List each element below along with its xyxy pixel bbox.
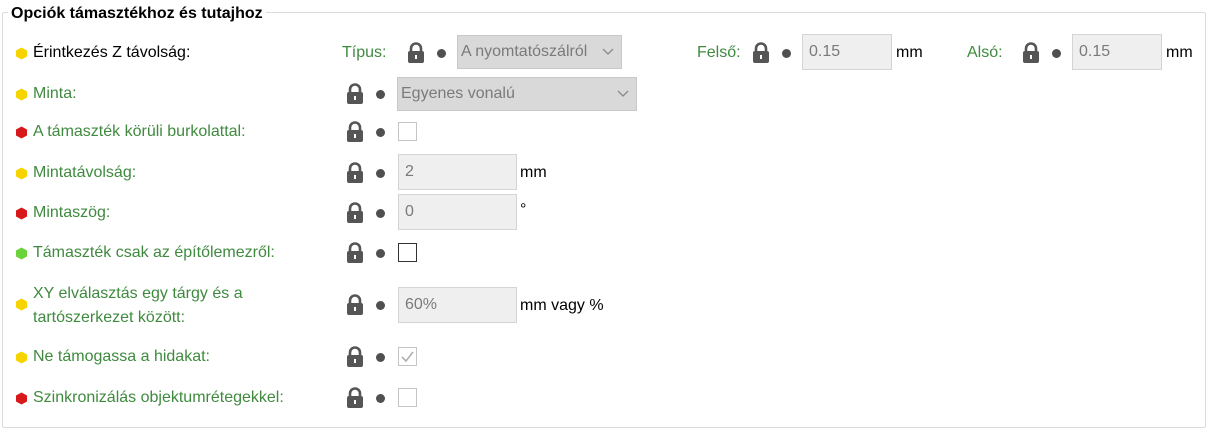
- bullet-icon: [376, 301, 385, 310]
- status-dot-yellow-icon: [15, 298, 28, 311]
- lock-icon[interactable]: [345, 202, 365, 224]
- with-sheath-checkbox[interactable]: [398, 122, 417, 141]
- type-combobox[interactable]: A nyomtatószálról: [457, 35, 622, 69]
- status-dot-green-icon: [15, 247, 28, 260]
- label-with-sheath: A támaszték körüli burkolattal:: [33, 123, 246, 140]
- label-pattern-spacing: Mintatávolság:: [33, 164, 137, 181]
- pattern-combobox-value: Egyenes vonalú: [401, 85, 515, 102]
- xy-separation-unit: mm vagy %: [520, 297, 604, 314]
- sync-layers-checkbox[interactable]: [398, 388, 417, 407]
- xy-separation-input[interactable]: 60%: [398, 287, 517, 323]
- row-dont-support-bridges: Ne támogassa a hidakat:: [0, 342, 1210, 372]
- bottom-distance-input[interactable]: 0.15: [1072, 34, 1162, 70]
- lock-icon[interactable]: [406, 42, 426, 64]
- pattern-combobox[interactable]: Egyenes vonalú: [397, 77, 637, 111]
- label-top: Felső:: [697, 44, 741, 61]
- dont-support-bridges-checkbox[interactable]: [398, 347, 417, 366]
- lock-icon[interactable]: [345, 83, 365, 105]
- status-dot-yellow-icon: [15, 167, 28, 180]
- lock-icon[interactable]: [345, 242, 365, 264]
- status-dot-red-icon: [15, 207, 28, 220]
- bottom-unit: mm: [1166, 44, 1193, 61]
- label-buildplate-only: Támaszték csak az építőlemezről:: [33, 244, 275, 261]
- buildplate-only-checkbox[interactable]: [398, 243, 417, 262]
- label-bottom: Alsó:: [967, 44, 1003, 61]
- pattern-angle-unit: °: [520, 201, 527, 218]
- label-pattern-angle: Mintaszög:: [33, 204, 111, 221]
- status-dot-red-icon: [15, 126, 28, 139]
- label-pattern: Minta:: [33, 85, 77, 102]
- lock-icon[interactable]: [345, 121, 365, 143]
- label-sync-layers: Szinkronizálás objektumrétegekkel:: [33, 389, 284, 406]
- chevron-down-icon: [601, 36, 615, 68]
- lock-icon[interactable]: [345, 294, 365, 316]
- status-dot-yellow-icon: [15, 351, 28, 364]
- top-distance-input[interactable]: 0.15: [802, 34, 892, 70]
- bullet-icon: [376, 169, 385, 178]
- lock-icon[interactable]: [1021, 42, 1041, 64]
- row-pattern-spacing: Mintatávolság: 2 mm: [0, 154, 1210, 190]
- top-unit: mm: [896, 44, 923, 61]
- bullet-icon: [376, 128, 385, 137]
- bullet-icon: [437, 49, 446, 58]
- label-xy-separation: XY elválasztás egy tárgy és a tartószerk…: [33, 285, 243, 326]
- status-dot-yellow-icon: [15, 88, 28, 101]
- status-dot-red-icon: [15, 392, 28, 405]
- lock-icon[interactable]: [751, 42, 771, 64]
- bullet-icon: [1052, 49, 1061, 58]
- checkmark-icon: [401, 351, 414, 363]
- pattern-spacing-unit: mm: [520, 164, 547, 181]
- label-dont-support-bridges: Ne támogassa a hidakat:: [33, 348, 210, 365]
- bullet-icon: [782, 49, 791, 58]
- row-sync-layers: Szinkronizálás objektumrétegekkel:: [0, 383, 1210, 413]
- bullet-icon: [376, 90, 385, 99]
- chevron-down-icon: [616, 78, 630, 110]
- status-dot-yellow-icon: [15, 47, 28, 60]
- lock-icon[interactable]: [345, 346, 365, 368]
- row-pattern: Minta: Egyenes vonalú: [0, 77, 1210, 111]
- label-contact-z-distance: Érintkezés Z távolság:: [33, 44, 191, 61]
- group-title: Opciók támasztékhoz és tutajhoz: [8, 4, 266, 24]
- pattern-angle-input[interactable]: 0: [398, 194, 517, 230]
- label-type: Típus:: [342, 44, 387, 61]
- row-buildplate-only: Támaszték csak az építőlemezről:: [0, 238, 1210, 268]
- lock-icon[interactable]: [345, 387, 365, 409]
- bullet-icon: [376, 249, 385, 258]
- bullet-icon: [376, 209, 385, 218]
- row-with-sheath: A támaszték körüli burkolattal:: [0, 117, 1210, 147]
- row-contact-z-distance: Érintkezés Z távolság: Típus: A nyomtató…: [0, 34, 1210, 70]
- bullet-icon: [376, 353, 385, 362]
- bullet-icon: [376, 394, 385, 403]
- row-pattern-angle: Mintaszög: 0 °: [0, 194, 1210, 230]
- row-xy-separation: XY elválasztás egy tárgy és a tartószerk…: [0, 284, 1210, 334]
- type-combobox-value: A nyomtatószálról: [461, 43, 588, 60]
- lock-icon[interactable]: [345, 162, 365, 184]
- pattern-spacing-input[interactable]: 2: [398, 154, 517, 190]
